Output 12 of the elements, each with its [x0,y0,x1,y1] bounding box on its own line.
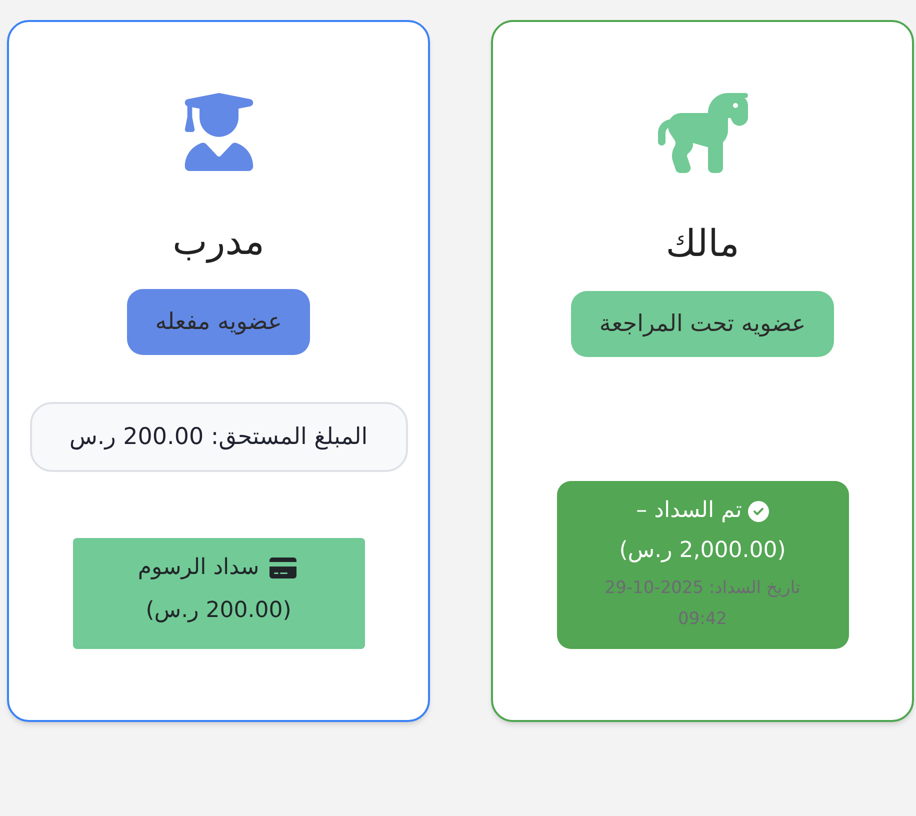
horse-icon [658,93,748,173]
role-title: مدرب [172,219,264,265]
amount-due-panel: المبلغ المستحق: 200.00 ر.س [30,402,408,472]
pay-fees-button[interactable]: سداد الرسوم (200.00 ر.س) [72,538,364,649]
membership-status-badge: عضويه تحت المراجعة [571,291,834,357]
graduate-icon [184,93,254,171]
payment-amount-text: (2,000.00 ر.س) [619,537,786,565]
credit-card-icon [267,556,300,580]
payment-date-text: تاريخ السداد: 2025-10-29 09:42 [604,577,802,631]
role-title: مالك [666,221,740,267]
membership-status-badge: عضويه مفعله [127,289,310,355]
payment-status-text: تم السداد – [636,497,742,525]
